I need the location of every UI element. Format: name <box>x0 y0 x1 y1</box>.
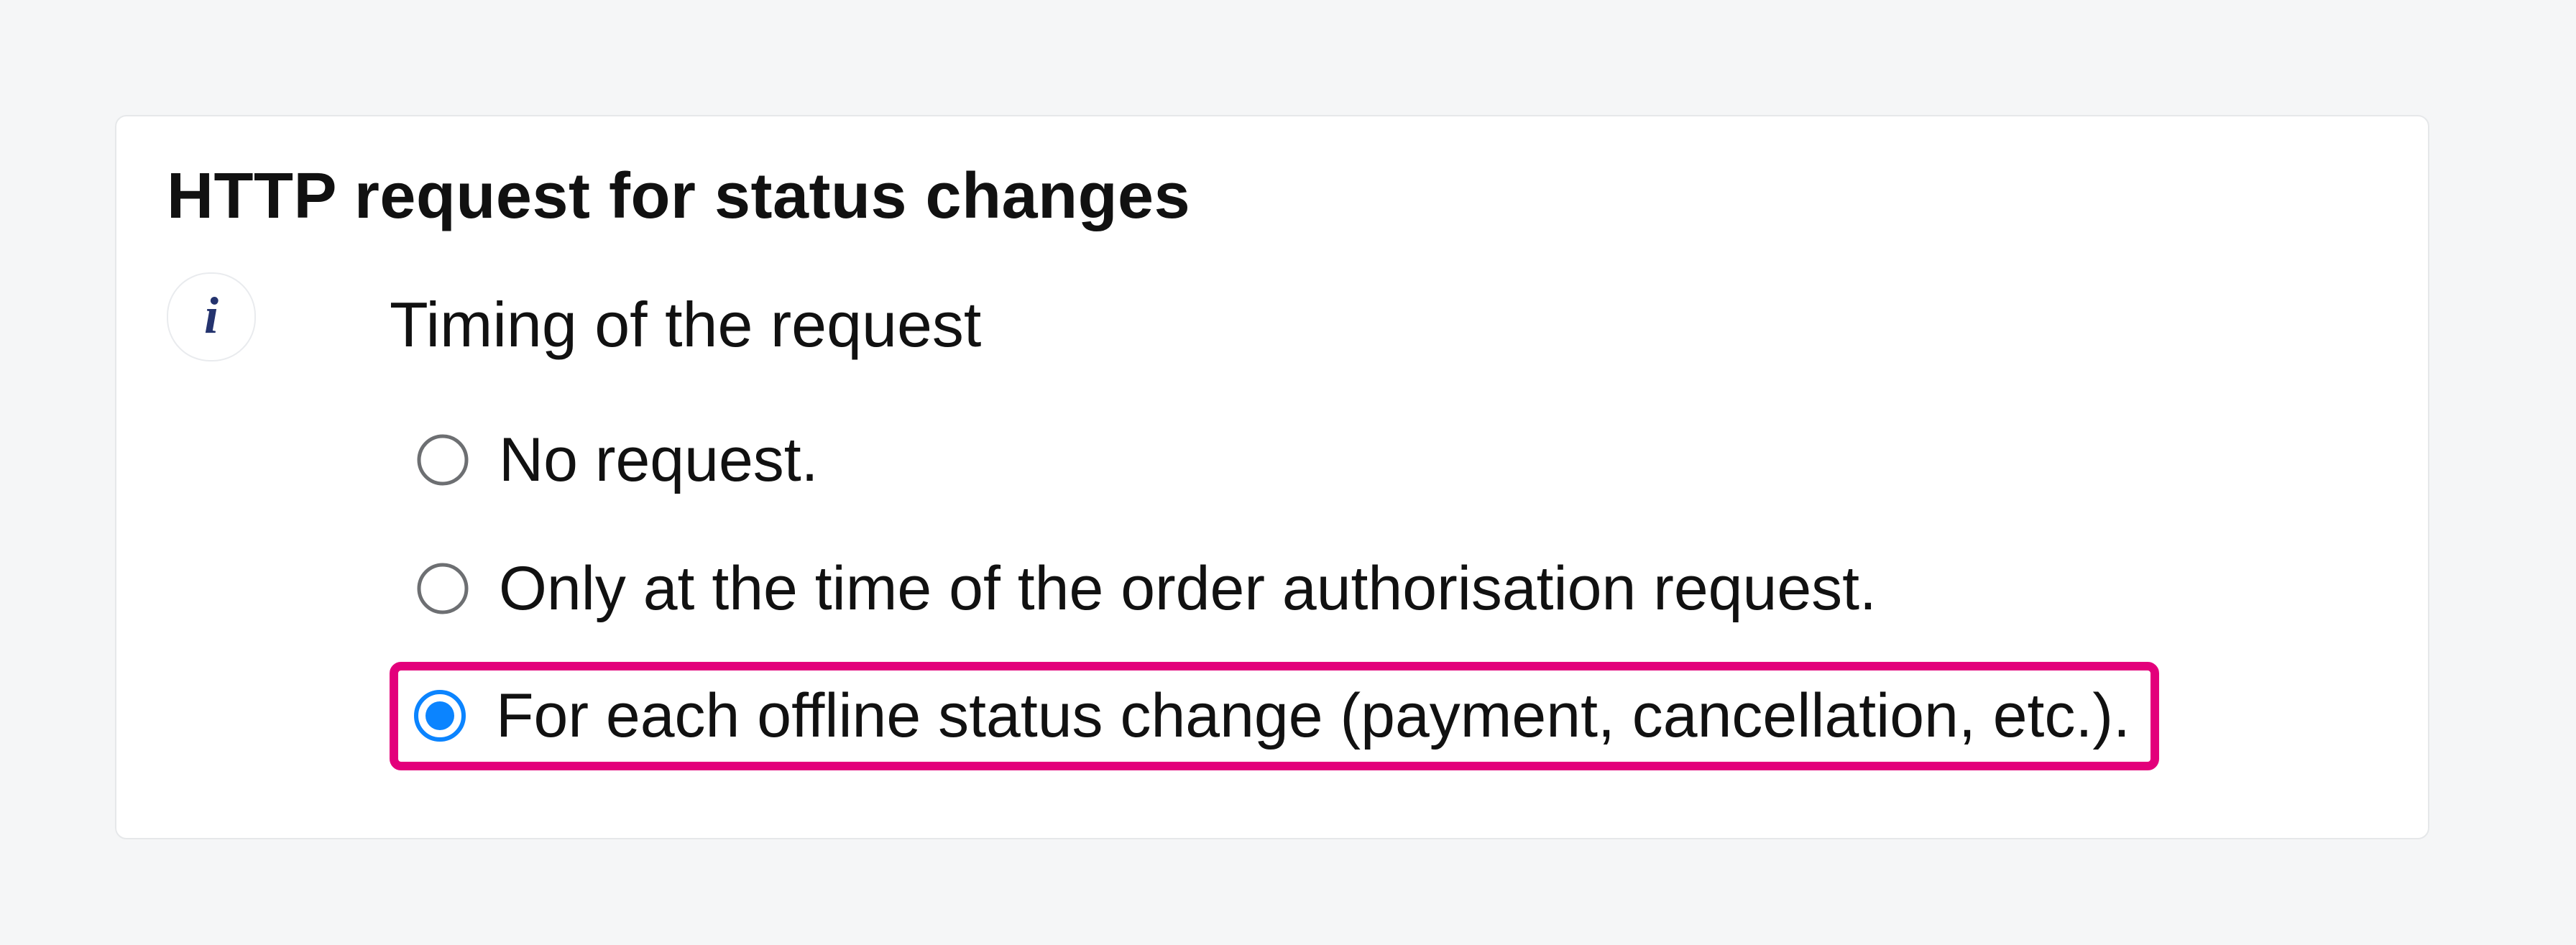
radio-option-each-offline-change[interactable]: For each offline status change (payment,… <box>390 662 2159 770</box>
options-column: Timing of the request No request. Only a… <box>390 277 2378 788</box>
panel-body-row: i Timing of the request No request. <box>167 277 2378 788</box>
options-heading: Timing of the request <box>390 288 2378 361</box>
info-icon-glyph: i <box>204 290 218 341</box>
info-icon[interactable]: i <box>167 272 256 361</box>
radio-option-label: For each offline status change (payment,… <box>496 681 2130 752</box>
radio-icon <box>415 561 470 616</box>
radio-option-label: No request. <box>499 425 819 496</box>
panel-title: HTTP request for status changes <box>167 160 2378 234</box>
page-root: HTTP request for status changes i Timing… <box>0 0 2576 897</box>
radio-icon <box>415 433 470 487</box>
settings-panel: HTTP request for status changes i Timing… <box>115 115 2429 839</box>
radio-icon <box>413 688 467 743</box>
info-column: i <box>167 277 390 361</box>
radio-option-label: Only at the time of the order authorisat… <box>499 553 1877 624</box>
radio-option-no-request[interactable]: No request. <box>390 405 845 516</box>
radio-option-auth-only[interactable]: Only at the time of the order authorisat… <box>390 533 1903 645</box>
